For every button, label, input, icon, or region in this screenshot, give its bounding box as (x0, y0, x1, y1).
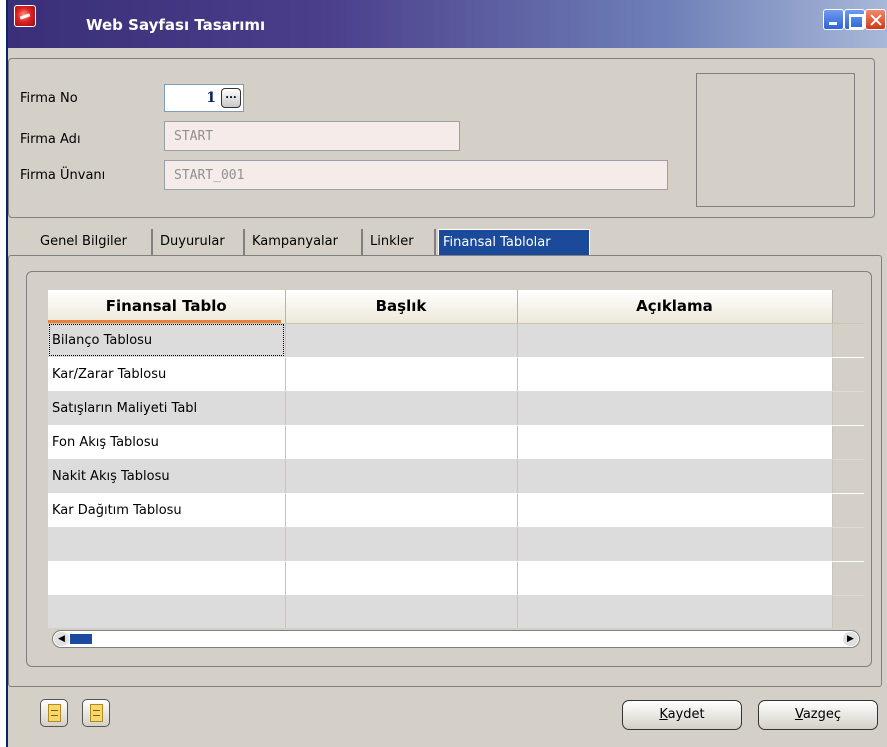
save-label: aydet (667, 707, 705, 722)
column-header-finansal-tablo[interactable]: Finansal Tablo (48, 290, 286, 324)
cell-aciklama[interactable] (517, 391, 833, 426)
cancel-label: azgeç (802, 707, 842, 722)
firma-no-label: Firma No (20, 91, 78, 106)
cell-finansal-tablo[interactable] (48, 527, 286, 562)
cell-aciklama[interactable] (517, 527, 833, 562)
cell-baslik[interactable] (285, 459, 518, 494)
main-window: Web Sayfası Tasarımı Firma No 1 ... Firm… (6, 0, 887, 747)
cell-baslik[interactable] (285, 493, 518, 528)
tab-linkler[interactable]: Linkler (366, 229, 436, 255)
close-button[interactable] (865, 9, 886, 30)
save-mnemonic: K (659, 707, 668, 722)
minimize-button[interactable] (823, 9, 844, 30)
cell-finansal-tablo[interactable]: Satışların Maliyeti Tabl (48, 391, 286, 426)
cell-aciklama[interactable] (517, 357, 833, 392)
tab-duyurular[interactable]: Duyurular (156, 229, 245, 255)
row-filler (832, 323, 864, 358)
firma-adi-field[interactable]: START (164, 121, 460, 151)
financial-tables-grid[interactable]: Finansal Tablo Başlık Açıklama Bilanço T… (48, 290, 864, 628)
firma-unvani-field[interactable]: START_001 (164, 160, 668, 190)
cell-aciklama[interactable] (517, 561, 833, 596)
cell-baslik[interactable] (285, 391, 518, 426)
cell-baslik[interactable] (285, 357, 518, 392)
table-row[interactable] (48, 561, 864, 596)
cell-finansal-tablo[interactable] (48, 561, 286, 596)
document-icon (48, 704, 61, 722)
row-filler (832, 561, 864, 596)
table-row[interactable]: Satışların Maliyeti Tabl (48, 391, 864, 426)
firma-no-value: 1 (206, 90, 216, 106)
table-row[interactable]: Nakit Akış Tablosu (48, 459, 864, 494)
notes-icon (90, 704, 103, 722)
firma-adi-label: Firma Adı (20, 132, 81, 147)
firma-no-field[interactable]: 1 ... (164, 84, 244, 112)
cell-baslik[interactable] (285, 595, 518, 628)
notes-icon-button[interactable] (82, 699, 110, 727)
row-filler (832, 357, 864, 392)
row-filler (832, 391, 864, 426)
row-filler (832, 493, 864, 528)
cell-aciklama[interactable] (517, 493, 833, 528)
tab-finansal-tablolar[interactable]: Finansal Tablolar (438, 229, 590, 255)
row-filler (832, 527, 864, 562)
cell-baslik[interactable] (285, 425, 518, 460)
cell-finansal-tablo[interactable]: Fon Akış Tablosu (48, 425, 286, 460)
scroll-left-icon[interactable]: ◀ (54, 632, 69, 646)
row-filler (832, 425, 864, 460)
tab-kampanyalar[interactable]: Kampanyalar (248, 229, 363, 255)
cell-aciklama[interactable] (517, 459, 833, 494)
cell-finansal-tablo[interactable] (48, 595, 286, 628)
row-filler (832, 459, 864, 494)
cell-baslik[interactable] (285, 323, 518, 358)
cancel-button[interactable]: Vazgeç (758, 700, 878, 730)
table-row[interactable]: Kar/Zarar Tablosu (48, 357, 864, 392)
lookup-button[interactable]: ... (221, 88, 241, 108)
scroll-right-icon[interactable]: ▶ (843, 632, 858, 646)
cell-aciklama[interactable] (517, 595, 833, 628)
row-filler (832, 595, 864, 628)
column-header-aciklama[interactable]: Açıklama (517, 290, 833, 324)
document-icon-button[interactable] (40, 699, 68, 727)
scroll-thumb[interactable] (70, 634, 92, 644)
cell-finansal-tablo[interactable]: Kar Dağıtım Tablosu (48, 493, 286, 528)
maximize-button[interactable] (844, 9, 865, 30)
column-header-baslik[interactable]: Başlık (285, 290, 518, 324)
cell-finansal-tablo[interactable]: Nakit Akış Tablosu (48, 459, 286, 494)
cell-finansal-tablo[interactable]: Kar/Zarar Tablosu (48, 357, 286, 392)
window-title: Web Sayfası Tasarımı (86, 16, 266, 34)
cell-finansal-tablo[interactable]: Bilanço Tablosu (48, 323, 286, 358)
firma-unvani-label: Firma Ünvanı (20, 168, 106, 183)
table-row[interactable]: Bilanço Tablosu (48, 323, 864, 358)
company-logo-box[interactable] (696, 73, 855, 207)
title-bar[interactable]: Web Sayfası Tasarımı (8, 0, 887, 48)
header-filler (832, 290, 864, 324)
table-row[interactable]: Kar Dağıtım Tablosu (48, 493, 864, 528)
table-row[interactable] (48, 527, 864, 562)
horizontal-scrollbar[interactable]: ◀ ▶ (52, 630, 860, 648)
app-logo-icon[interactable] (14, 5, 36, 27)
save-button[interactable]: Kaydet (622, 700, 742, 730)
cancel-mnemonic: V (794, 707, 803, 722)
table-row[interactable]: Fon Akış Tablosu (48, 425, 864, 460)
cell-aciklama[interactable] (517, 323, 833, 358)
cell-aciklama[interactable] (517, 425, 833, 460)
table-row[interactable] (48, 595, 864, 628)
cell-baslik[interactable] (285, 561, 518, 596)
tab-genel-bilgiler[interactable]: Genel Bilgiler (36, 229, 153, 255)
cell-baslik[interactable] (285, 527, 518, 562)
